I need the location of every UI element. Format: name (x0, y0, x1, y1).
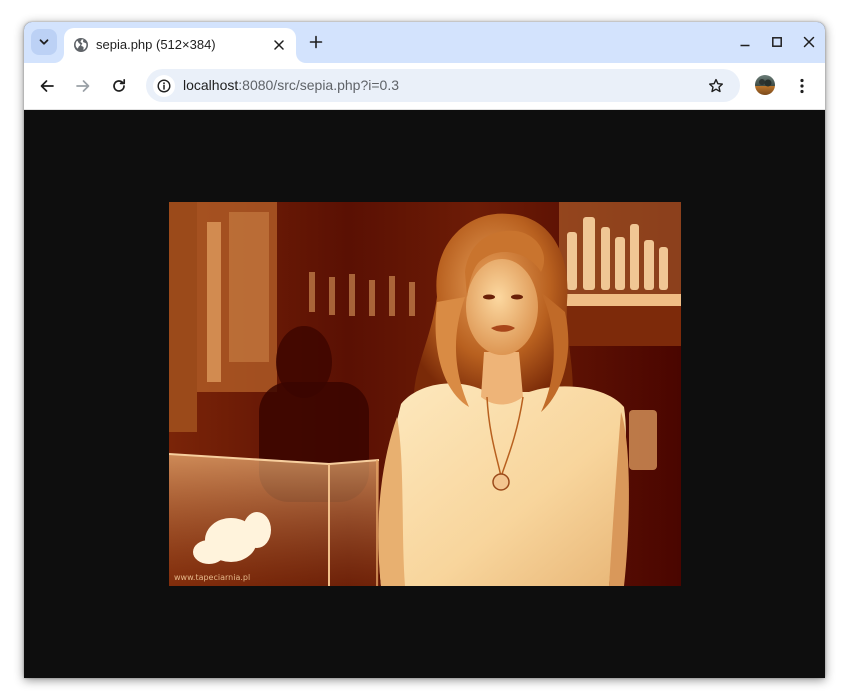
close-tab-button[interactable] (270, 36, 288, 54)
globe-icon (74, 38, 88, 52)
star-icon (709, 78, 723, 93)
sepia-image: www.tapeciarnia.pl (169, 202, 681, 586)
reload-icon (113, 78, 126, 92)
forward-button[interactable] (71, 74, 95, 98)
maximize-button[interactable] (767, 32, 787, 52)
bookmark-button[interactable] (706, 76, 726, 96)
info-icon (157, 79, 171, 93)
arrow-left-icon (40, 80, 54, 92)
browser-window: sepia.php (512×384) localhost:8080/src/s… (24, 22, 825, 678)
minimize-button[interactable] (735, 32, 755, 52)
tab-strip: sepia.php (512×384) (24, 22, 825, 63)
site-info-button[interactable] (153, 75, 175, 97)
browser-menu-button[interactable] (792, 75, 812, 97)
close-window-button[interactable] (799, 32, 819, 52)
maximize-icon (772, 37, 782, 47)
address-bar[interactable]: localhost:8080/src/sepia.php?i=0.3 (146, 69, 740, 102)
url-path: :8080/src/sepia.php?i=0.3 (238, 77, 399, 93)
plus-icon (309, 35, 323, 49)
close-icon (274, 40, 284, 50)
back-button[interactable] (35, 74, 59, 98)
tab-title: sepia.php (512×384) (96, 37, 216, 52)
reload-button[interactable] (107, 74, 131, 98)
url-text: localhost:8080/src/sepia.php?i=0.3 (183, 77, 399, 93)
chevron-down-icon (39, 39, 49, 45)
tab-search-button[interactable] (31, 29, 57, 55)
new-tab-button[interactable] (305, 31, 327, 53)
sepia-photo (169, 202, 681, 586)
avatar (755, 75, 775, 95)
url-host: localhost (183, 77, 239, 93)
profile-avatar[interactable] (755, 75, 775, 95)
arrow-right-icon (76, 80, 90, 92)
kebab-menu-icon (800, 78, 804, 94)
image-watermark: www.tapeciarnia.pl (174, 573, 251, 582)
minimize-icon (740, 44, 750, 47)
close-icon (803, 36, 815, 48)
browser-toolbar: localhost:8080/src/sepia.php?i=0.3 (24, 63, 825, 110)
page-content: www.tapeciarnia.pl (24, 110, 825, 678)
tab-active[interactable]: sepia.php (512×384) (64, 28, 296, 63)
